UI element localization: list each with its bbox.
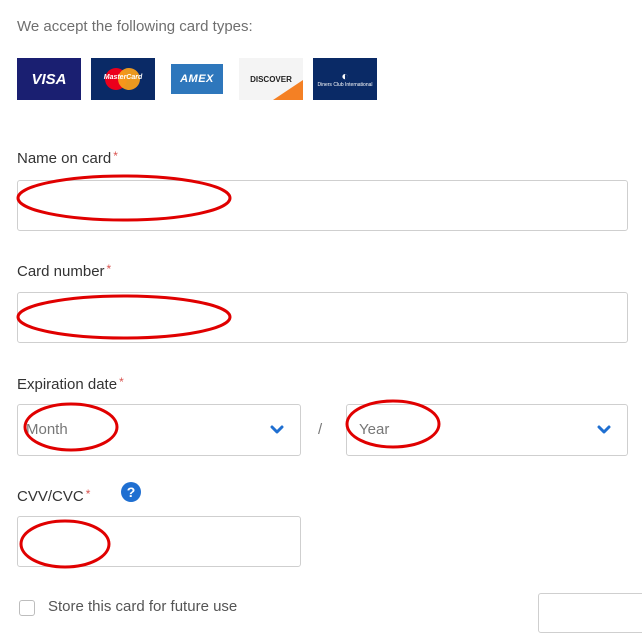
card-logos: VISA MasterCard AMEX DISCOVER ◐ Diners C… — [17, 58, 377, 100]
discover-logo: DISCOVER — [239, 58, 303, 100]
expiration-date-label: Expiration date * — [17, 375, 124, 393]
diners-club-logo: ◐ Diners Club International — [313, 58, 377, 100]
store-card-checkbox[interactable] — [19, 600, 35, 616]
visa-logo-text: VISA — [31, 70, 67, 88]
store-card-label: Store this card for future use — [48, 598, 238, 615]
help-icon-glyph: ? — [126, 484, 136, 500]
mastercard-logo-text: MasterCard — [103, 74, 143, 81]
chevron-down-icon — [597, 425, 611, 434]
recaptcha-widget[interactable] — [538, 593, 642, 633]
card-number-label-text: Card number — [17, 263, 105, 280]
year-select-value: Year — [359, 421, 390, 438]
required-asterisk: * — [113, 149, 118, 163]
visa-logo: VISA — [17, 58, 81, 100]
cvv-input[interactable] — [17, 516, 301, 567]
required-asterisk: * — [119, 375, 124, 389]
cvv-help-icon[interactable]: ? — [121, 482, 141, 502]
date-separator: / — [318, 421, 323, 438]
year-select[interactable]: Year — [346, 404, 628, 456]
name-on-card-label: Name on card * — [17, 149, 118, 167]
name-on-card-label-text: Name on card — [17, 150, 112, 167]
card-number-input[interactable] — [17, 292, 628, 343]
cvv-label-text: CVV/CVC — [17, 488, 84, 505]
required-asterisk: * — [106, 262, 112, 276]
amex-logo-text: AMEX — [171, 64, 223, 94]
amex-logo: AMEX — [165, 58, 229, 100]
card-number-label: Card number * — [17, 262, 112, 280]
expiration-date-label-text: Expiration date — [17, 376, 118, 393]
diners-club-emblem-icon: ◐ — [341, 69, 349, 83]
discover-orange-corner — [273, 80, 303, 100]
month-select[interactable]: Month — [17, 404, 301, 456]
cvv-label: CVV/CVC * — [17, 487, 91, 505]
mastercard-logo: MasterCard — [91, 58, 155, 100]
diners-club-logo-text: Diners Club International — [317, 82, 373, 88]
chevron-down-icon — [270, 425, 284, 434]
name-on-card-input[interactable] — [17, 180, 628, 231]
required-asterisk: * — [85, 487, 91, 501]
month-select-value: Month — [26, 421, 68, 438]
accepted-cards-text: We accept the following card types: — [17, 18, 253, 35]
